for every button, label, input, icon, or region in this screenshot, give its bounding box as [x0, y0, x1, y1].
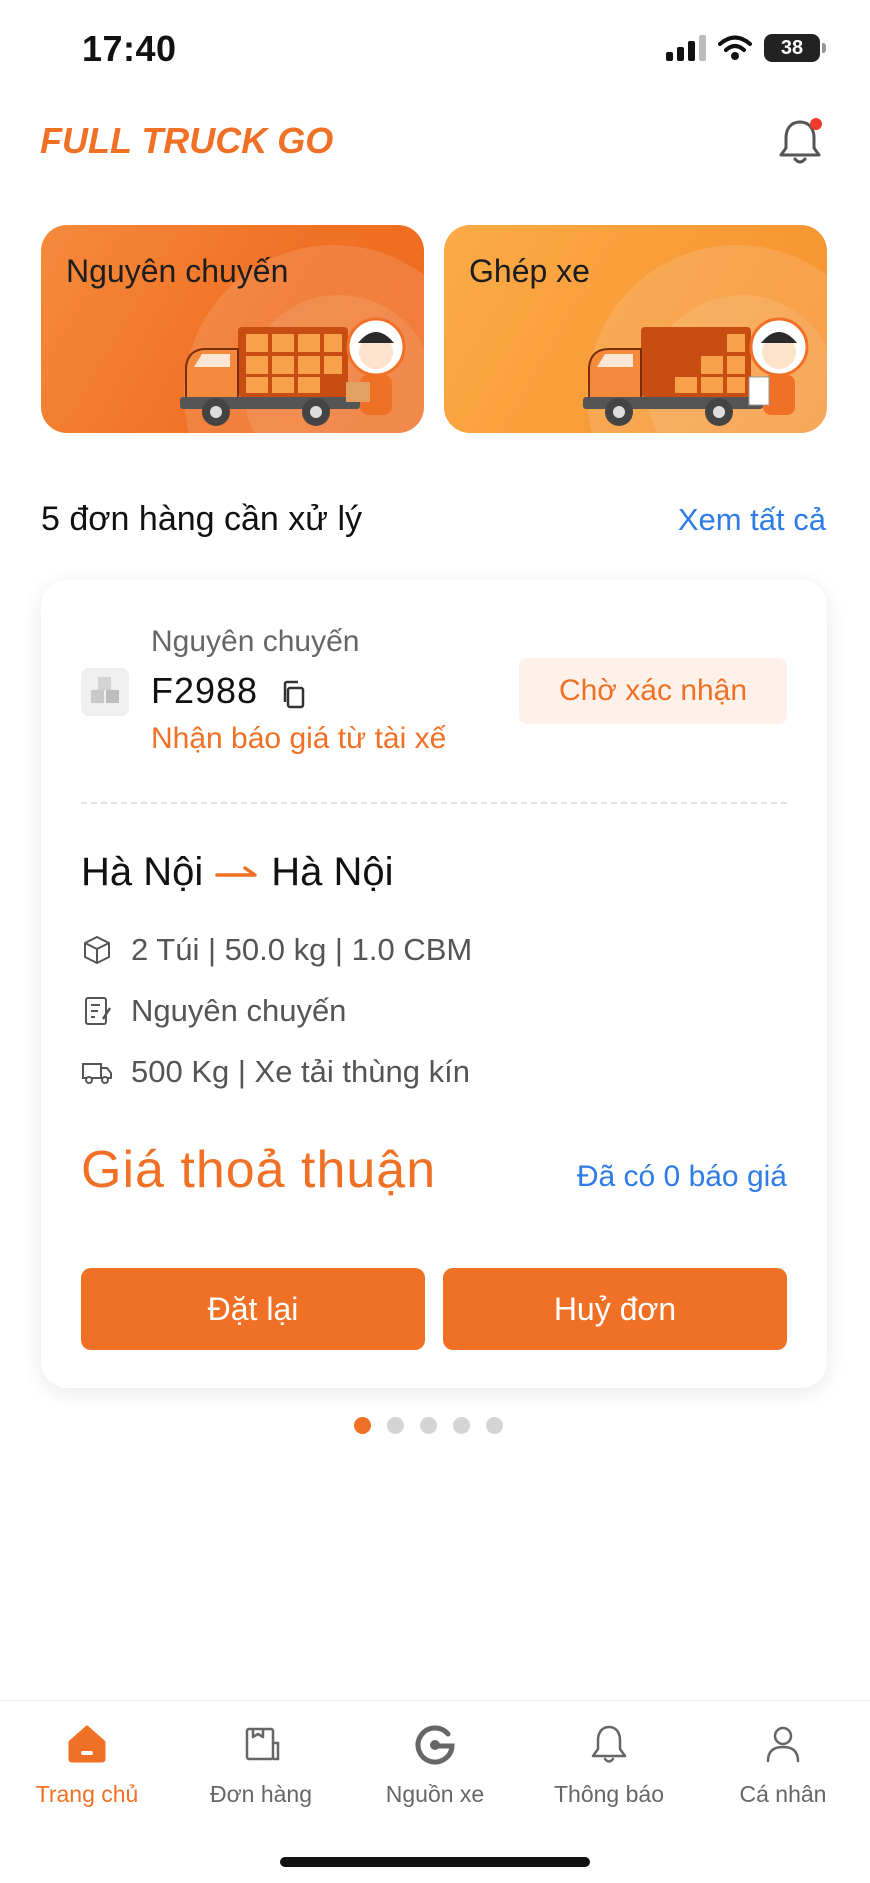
- service-label: Nguyên chuyến: [66, 253, 289, 289]
- order-icon: [245, 1727, 280, 1761]
- status-bar: 17:40 38: [0, 0, 870, 100]
- tab-label: Cá nhân: [739, 1781, 827, 1807]
- service-card-full-truck[interactable]: Nguyên chuyến: [41, 225, 424, 433]
- tab-bar: Trang chủ Đơn hàng Nguồn xe Thông báo Cá…: [0, 1700, 870, 1883]
- reorder-button[interactable]: Đặt lại: [81, 1268, 425, 1350]
- route: Hà Nội Hà Nội: [81, 850, 394, 895]
- pager-dot[interactable]: [486, 1417, 503, 1434]
- status-icons: 38: [666, 34, 826, 62]
- status-badge: Chờ xác nhận: [519, 658, 787, 724]
- tab-truck-source[interactable]: Nguồn xe: [348, 1721, 522, 1808]
- tab-label: Trang chủ: [35, 1781, 139, 1807]
- truck-icon: [82, 1063, 112, 1084]
- tab-orders[interactable]: Đơn hàng: [174, 1721, 348, 1808]
- home-indicator: [280, 1857, 590, 1867]
- tab-home[interactable]: Trang chủ: [0, 1721, 174, 1808]
- route-arrow-icon: [215, 865, 258, 877]
- cargo-info: 2 Túi | 50.0 kg | 1.0 CBM: [131, 932, 473, 967]
- tab-label: Đơn hàng: [209, 1781, 313, 1807]
- quote-count-link[interactable]: Đã có 0 báo giá: [577, 1160, 787, 1194]
- service-card-shared-truck[interactable]: Ghép xe: [444, 225, 827, 433]
- app-logo: FULL TRUCK GO: [40, 120, 334, 161]
- signal-icon: [666, 35, 706, 61]
- tab-notifications[interactable]: Thông báo: [522, 1721, 696, 1808]
- order-id: F2988: [151, 670, 259, 711]
- order-type: Nguyên chuyến: [151, 625, 360, 658]
- tab-profile[interactable]: Cá nhân: [696, 1721, 870, 1808]
- quote-note: Nhận báo giá từ tài xế: [151, 722, 447, 755]
- route-destination: Hà Nội: [271, 850, 394, 894]
- vehicle-info: 500 Kg | Xe tải thùng kín: [131, 1054, 470, 1089]
- service-info: Nguyên chuyến: [131, 993, 347, 1028]
- notification-button[interactable]: [776, 116, 824, 168]
- tab-label: Nguồn xe: [385, 1781, 485, 1807]
- app-header: FULL TRUCK GO: [0, 110, 870, 170]
- pager-dot[interactable]: [453, 1417, 470, 1434]
- status-time: 17:40: [82, 28, 177, 69]
- notification-dot: [810, 118, 822, 130]
- battery-icon: 38: [764, 34, 826, 62]
- package-icon: [81, 668, 129, 716]
- bell-icon: [591, 1725, 627, 1763]
- cargo-row: 2 Túi | 50.0 kg | 1.0 CBM: [81, 932, 472, 968]
- box-icon: [84, 936, 110, 964]
- divider: [81, 802, 787, 804]
- copy-icon[interactable]: [281, 680, 307, 710]
- cancel-order-button[interactable]: Huỷ đơn: [443, 1268, 787, 1350]
- order-card[interactable]: Nguyên chuyến F2988 Nhận báo giá từ tài …: [41, 580, 827, 1388]
- route-origin: Hà Nội: [81, 850, 204, 894]
- note-icon: [85, 997, 112, 1025]
- service-row: Nguyên chuyến: [81, 993, 346, 1029]
- see-all-link[interactable]: Xem tất cả: [678, 502, 826, 538]
- orders-section-title: 5 đơn hàng cần xử lý: [41, 500, 363, 538]
- truck-source-icon: [415, 1725, 455, 1765]
- tab-label: Thông báo: [554, 1781, 664, 1807]
- battery-level: 38: [780, 36, 804, 59]
- carousel-pager: [354, 1417, 503, 1434]
- service-label: Ghép xe: [469, 253, 590, 289]
- truck-illustration-icon: [180, 317, 406, 426]
- price: Giá thoả thuận: [81, 1141, 437, 1199]
- user-icon: [766, 1726, 800, 1763]
- wifi-icon: [718, 35, 752, 60]
- pager-dot[interactable]: [354, 1417, 371, 1434]
- vehicle-row: 500 Kg | Xe tải thùng kín: [81, 1054, 470, 1090]
- pager-dot[interactable]: [387, 1417, 404, 1434]
- truck-illustration-icon: [583, 317, 809, 426]
- pager-dot[interactable]: [420, 1417, 437, 1434]
- home-icon: [68, 1725, 106, 1763]
